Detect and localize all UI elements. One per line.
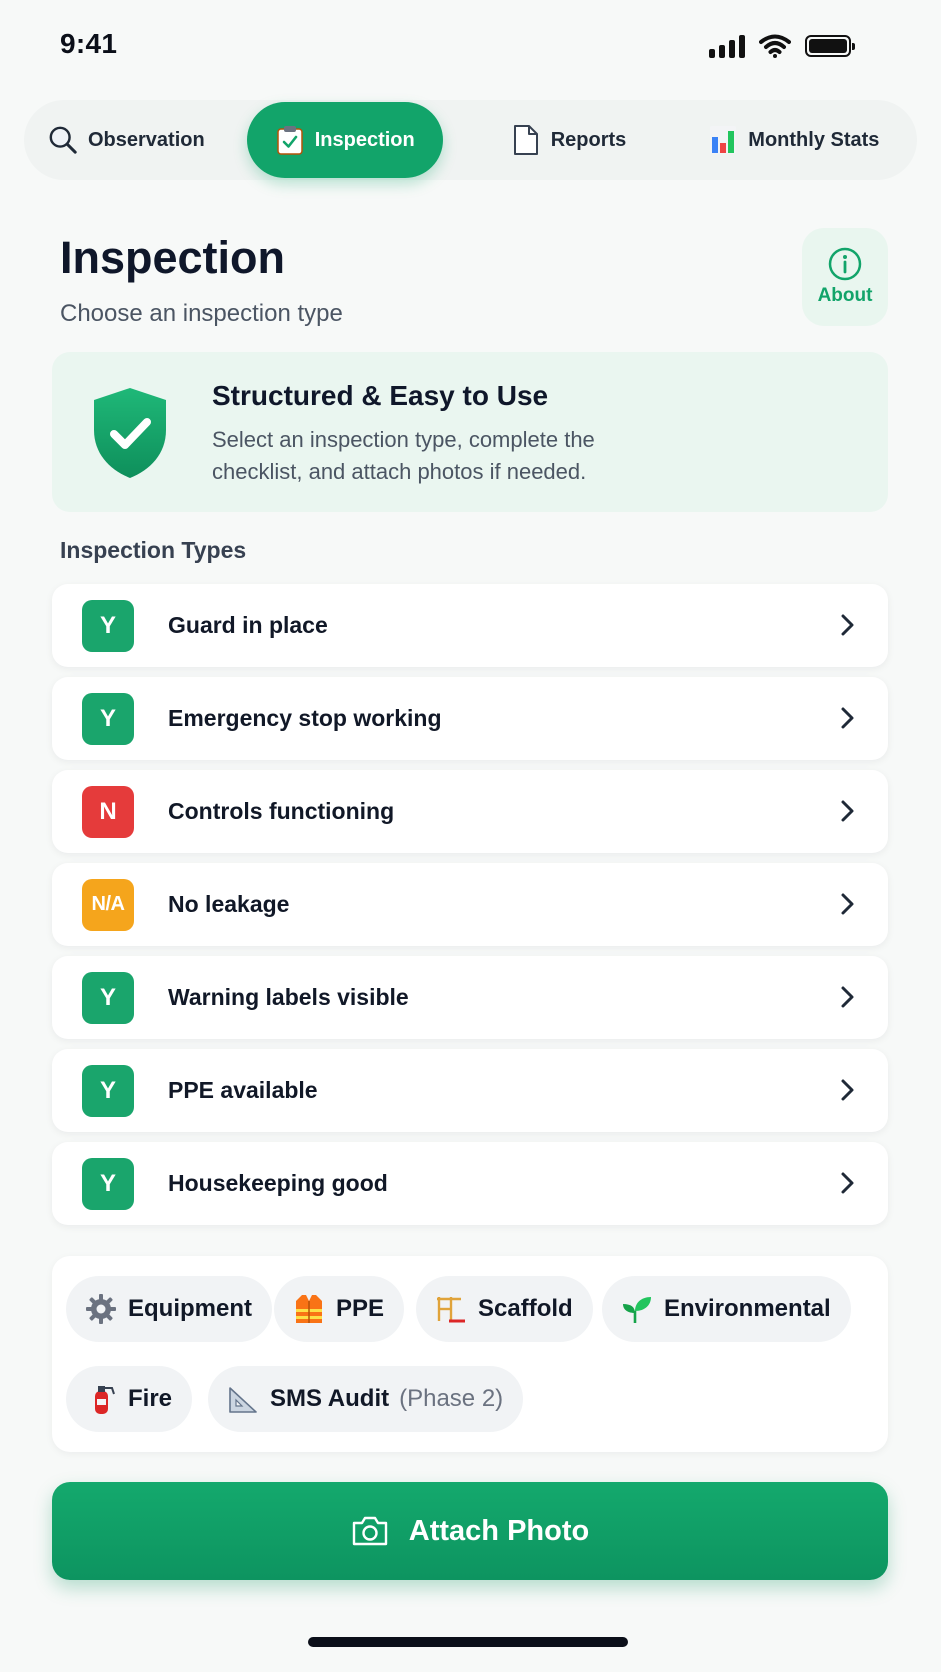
status-badge: Y <box>82 599 134 652</box>
top-tabs: Observation Inspection Reports Monthly S… <box>24 100 917 180</box>
document-icon <box>511 125 541 155</box>
sprout-icon <box>620 1292 654 1326</box>
chip-scaffold[interactable]: Scaffold <box>416 1276 593 1342</box>
chip-label: PPE <box>336 1295 385 1322</box>
chip-label: SMS Audit <box>270 1385 390 1412</box>
status-badge: Y <box>82 1157 134 1210</box>
list-item[interactable]: Y Guard in place <box>52 584 888 667</box>
camera-icon <box>352 1516 387 1546</box>
status-badge: Y <box>82 1064 134 1117</box>
item-label: Warning labels visible <box>168 984 409 1010</box>
chevron-right-icon <box>841 1172 854 1194</box>
item-label: Housekeeping good <box>168 1170 388 1196</box>
item-label: No leakage <box>168 891 290 917</box>
info-banner: Structured & Easy to Use Select an inspe… <box>52 352 888 512</box>
tab-observation[interactable]: Observation <box>46 102 229 178</box>
section-label: Inspection Types <box>60 537 247 563</box>
banner-text: Select an inspection type, complete the … <box>212 427 595 484</box>
set-square-icon <box>226 1382 260 1416</box>
chip-label: Environmental <box>664 1295 831 1322</box>
status-badge: N <box>82 785 134 838</box>
chevron-right-icon <box>841 800 854 822</box>
scaffold-icon <box>434 1292 468 1326</box>
chip-label: Fire <box>128 1385 173 1412</box>
gear-icon <box>84 1292 118 1326</box>
chip-sms-audit[interactable]: SMS Audit (Phase 2) <box>208 1366 524 1432</box>
list-item[interactable]: Y Warning labels visible <box>52 956 888 1039</box>
chip-environmental[interactable]: Environmental <box>602 1276 851 1342</box>
chip-label: Equipment <box>128 1295 252 1322</box>
chevron-right-icon <box>841 986 854 1008</box>
tab-monthly-stats[interactable]: Monthly Stats <box>684 102 903 178</box>
status-bar: 9:41 <box>0 0 941 96</box>
fire-extinguisher-icon <box>84 1382 118 1416</box>
inspection-screen: 9:41 Observation Inspection Reports Mont… <box>0 0 941 1672</box>
chip-fire[interactable]: Fire <box>66 1366 193 1432</box>
status-icons <box>709 34 855 58</box>
chevron-right-icon <box>841 893 854 915</box>
wifi-icon <box>759 34 791 58</box>
tab-label: Monthly Stats <box>748 128 880 151</box>
chip-phase-label: (Phase 2) <box>399 1385 504 1412</box>
clipboard-check-icon <box>275 125 305 155</box>
list-item[interactable]: Y Emergency stop working <box>52 677 888 760</box>
bar-chart-icon <box>708 125 738 155</box>
list-item[interactable]: Y PPE available <box>52 1049 888 1132</box>
list-item[interactable]: N/A No leakage <box>52 863 888 946</box>
about-button[interactable]: About <box>802 228 888 326</box>
status-time: 9:41 <box>60 28 118 59</box>
status-badge: N/A <box>82 878 134 931</box>
list-item[interactable]: N Controls functioning <box>52 770 888 853</box>
battery-icon <box>805 35 855 57</box>
home-indicator <box>308 1637 628 1647</box>
item-label: Emergency stop working <box>168 705 442 731</box>
banner-title: Structured & Easy to Use <box>212 380 549 411</box>
tab-reports[interactable]: Reports <box>487 102 651 178</box>
chevron-right-icon <box>841 707 854 729</box>
attach-photo-button[interactable]: Attach Photo <box>52 1482 888 1580</box>
category-chips: Equipment PPE Scaffold Environmental Fir… <box>52 1256 888 1452</box>
tab-label: Observation <box>88 128 205 151</box>
page-subtitle: Choose an inspection type <box>60 300 343 327</box>
item-label: Guard in place <box>168 612 328 638</box>
chevron-right-icon <box>841 614 854 636</box>
inspection-type-list: Y Guard in place Y Emergency stop workin… <box>52 584 888 1235</box>
cellular-signal-icon <box>709 34 745 58</box>
chip-equipment[interactable]: Equipment <box>66 1276 272 1342</box>
info-icon <box>828 247 862 281</box>
tab-label: Reports <box>550 128 627 151</box>
safety-vest-icon <box>292 1292 326 1326</box>
shield-check-icon <box>94 388 166 478</box>
item-label: Controls functioning <box>168 798 395 824</box>
attach-photo-label: Attach Photo <box>408 1514 590 1547</box>
status-badge: Y <box>82 971 134 1024</box>
status-badge: Y <box>82 692 134 745</box>
list-item[interactable]: Y Housekeeping good <box>52 1142 888 1225</box>
chip-label: Scaffold <box>478 1295 573 1322</box>
chevron-right-icon <box>841 1079 854 1101</box>
tab-label: Inspection <box>314 128 415 151</box>
page-title: Inspection <box>60 232 286 283</box>
item-label: PPE available <box>168 1077 318 1103</box>
about-label: About <box>817 285 873 306</box>
search-icon <box>48 125 78 155</box>
chip-ppe[interactable]: PPE <box>274 1276 405 1342</box>
tab-inspection[interactable]: Inspection <box>246 102 443 178</box>
